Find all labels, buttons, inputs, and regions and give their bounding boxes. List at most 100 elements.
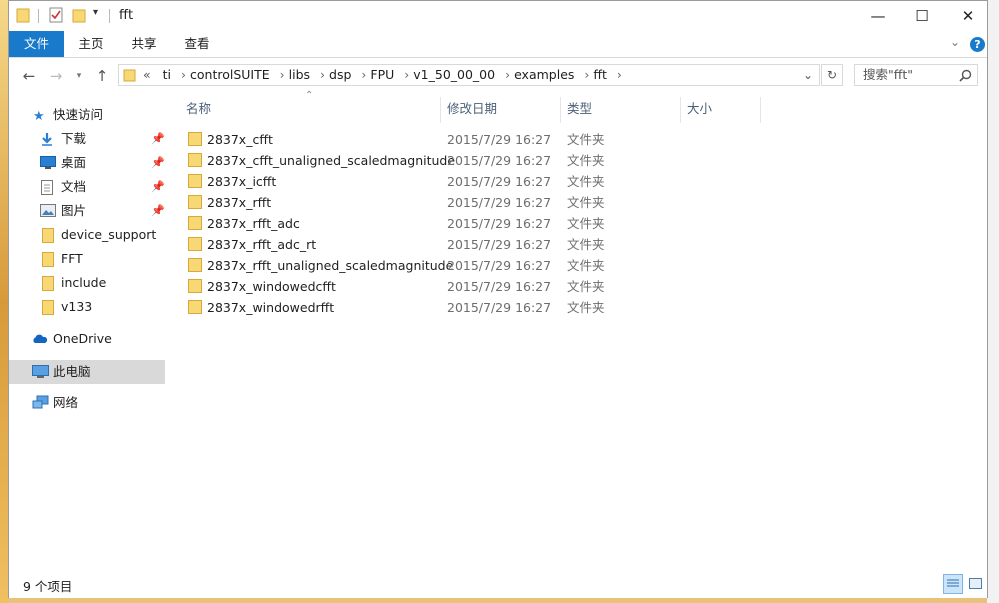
nav-downloads[interactable]: 下载 📌: [9, 128, 165, 150]
breadcrumb-examples[interactable]: examples: [514, 67, 574, 82]
tab-view[interactable]: 查看: [177, 31, 217, 57]
navigation-bar: ← → ▾ ↑ « ti › controlSUITE › libs › dsp › F…: [9, 58, 987, 93]
explorer-window: ▾ fft — ☐ ✕ 文件 主页 共享 查看 ⌄ ? ← → ▾ ↑ « ti…: [8, 0, 988, 598]
table-row[interactable]: 2837x_rfft_adc_rt 2015/7/29 16:27 文件夹: [167, 234, 987, 255]
column-divider[interactable]: [560, 97, 561, 123]
table-row[interactable]: 2837x_rfft_unaligned_scaledmagnitude 201…: [167, 255, 987, 276]
status-bar: 9 个项目: [9, 572, 987, 598]
breadcrumb-separator[interactable]: ›: [320, 67, 325, 82]
properties-icon[interactable]: [49, 7, 63, 23]
close-button[interactable]: ✕: [945, 1, 991, 31]
breadcrumb-separator[interactable]: ›: [361, 67, 366, 82]
column-header-name[interactable]: 名称: [186, 99, 211, 119]
file-name: 2837x_cfft_unaligned_scaledmagnitude: [207, 153, 456, 168]
item-count: 9 个项目: [23, 579, 73, 594]
column-header-size[interactable]: 大小: [687, 99, 712, 119]
nav-quick-access[interactable]: ★ 快速访问: [9, 104, 165, 126]
breadcrumb-libs[interactable]: libs: [289, 67, 310, 82]
table-row[interactable]: 2837x_windowedcfft 2015/7/29 16:27 文件夹: [167, 276, 987, 297]
search-box[interactable]: 搜索"fft": [854, 64, 978, 86]
qat-dropdown-icon[interactable]: ▾: [93, 7, 98, 18]
table-row[interactable]: 2837x_icfft 2015/7/29 16:27 文件夹: [167, 171, 987, 192]
column-divider[interactable]: [760, 97, 761, 123]
breadcrumb-separator[interactable]: ›: [584, 67, 589, 82]
address-dropdown-icon[interactable]: ⌄: [803, 65, 813, 85]
breadcrumb-separator[interactable]: ›: [404, 67, 409, 82]
nav-label: FFT: [61, 251, 83, 266]
breadcrumb-overflow[interactable]: «: [143, 67, 151, 82]
column-divider[interactable]: [680, 97, 681, 123]
file-type: 文件夹: [567, 195, 605, 210]
folder-icon: [188, 216, 202, 230]
table-row[interactable]: 2837x_rfft_adc 2015/7/29 16:27 文件夹: [167, 213, 987, 234]
nav-label: v133: [61, 299, 93, 314]
nav-folder-v133[interactable]: v133: [9, 296, 165, 318]
expand-ribbon-icon[interactable]: ⌄: [950, 35, 960, 49]
ribbon-tabs: 文件 主页 共享 查看 ⌄ ?: [9, 31, 987, 58]
desktop-background-right: [987, 0, 999, 603]
file-name: 2837x_icfft: [207, 174, 277, 189]
file-name: 2837x_windowedrfft: [207, 300, 335, 315]
back-arrow-icon[interactable]: ←: [19, 66, 39, 86]
nav-onedrive[interactable]: OneDrive: [9, 328, 165, 350]
nav-folder-device-support[interactable]: device_support: [9, 224, 165, 246]
breadcrumb-dsp[interactable]: dsp: [329, 67, 351, 82]
breadcrumb-fpu[interactable]: FPU: [370, 67, 394, 82]
nav-this-pc[interactable]: 此电脑: [9, 360, 165, 384]
column-header-date[interactable]: 修改日期: [447, 99, 497, 119]
recent-locations-icon[interactable]: ▾: [69, 66, 89, 86]
file-date: 2015/7/29 16:27: [447, 237, 552, 252]
breadcrumb-separator[interactable]: ›: [617, 67, 622, 82]
table-row[interactable]: 2837x_cfft_unaligned_scaledmagnitude 201…: [167, 150, 987, 171]
breadcrumb-version[interactable]: v1_50_00_00: [413, 67, 495, 82]
file-type: 文件夹: [567, 258, 605, 273]
pin-icon[interactable]: 📌: [151, 200, 165, 222]
file-date: 2015/7/29 16:27: [447, 174, 552, 189]
pin-icon[interactable]: 📌: [151, 128, 165, 150]
tab-file[interactable]: 文件: [9, 31, 64, 57]
tab-share[interactable]: 共享: [124, 31, 164, 57]
maximize-button[interactable]: ☐: [899, 1, 945, 31]
breadcrumb: « ti › controlSUITE › libs › dsp › FPU › v1_5…: [143, 65, 622, 85]
file-name: 2837x_rfft_unaligned_scaledmagnitude: [207, 258, 454, 273]
nav-network[interactable]: 网络: [9, 392, 165, 414]
tab-home[interactable]: 主页: [71, 31, 111, 57]
nav-label: 图片: [61, 203, 87, 218]
folder-icon: [188, 132, 202, 146]
nav-pictures[interactable]: 图片 📌: [9, 200, 165, 222]
column-divider[interactable]: [440, 97, 441, 123]
help-icon[interactable]: ?: [970, 37, 985, 52]
nav-desktop[interactable]: 桌面 📌: [9, 152, 165, 174]
column-header-type[interactable]: 类型: [567, 99, 592, 119]
up-arrow-icon[interactable]: ↑: [92, 66, 112, 86]
table-row[interactable]: 2837x_rfft 2015/7/29 16:27 文件夹: [167, 192, 987, 213]
breadcrumb-ti[interactable]: ti: [163, 67, 171, 82]
file-type: 文件夹: [567, 153, 605, 168]
folder-icon: [188, 153, 202, 167]
refresh-icon[interactable]: ↻: [821, 64, 843, 86]
table-row[interactable]: 2837x_windowedrfft 2015/7/29 16:27 文件夹: [167, 297, 987, 318]
file-type: 文件夹: [567, 216, 605, 231]
address-bar[interactable]: « ti › controlSUITE › libs › dsp › FPU › v1_5…: [118, 64, 820, 86]
large-icons-view-button[interactable]: [966, 574, 986, 594]
pin-icon[interactable]: 📌: [151, 152, 165, 174]
breadcrumb-controlsuite[interactable]: controlSUITE: [190, 67, 270, 82]
new-folder-icon[interactable]: [72, 7, 86, 23]
nav-documents[interactable]: 文档 📌: [9, 176, 165, 198]
forward-arrow-icon[interactable]: →: [46, 66, 66, 86]
search-icon[interactable]: [959, 69, 972, 82]
nav-folder-fft[interactable]: FFT: [9, 248, 165, 270]
picture-icon: [40, 204, 56, 217]
table-row[interactable]: 2837x_cfft 2015/7/29 16:27 文件夹: [167, 129, 987, 150]
pin-icon[interactable]: 📌: [151, 176, 165, 198]
search-input[interactable]: 搜索"fft": [863, 65, 913, 85]
breadcrumb-separator[interactable]: ›: [181, 67, 186, 82]
details-view-button[interactable]: [943, 574, 963, 594]
nav-folder-include[interactable]: include: [9, 272, 165, 294]
folder-icon: [188, 237, 202, 251]
breadcrumb-separator[interactable]: ›: [505, 67, 510, 82]
breadcrumb-separator[interactable]: ›: [280, 67, 285, 82]
breadcrumb-fft[interactable]: fft: [593, 67, 607, 82]
minimize-button[interactable]: —: [855, 1, 901, 31]
file-date: 2015/7/29 16:27: [447, 258, 552, 273]
